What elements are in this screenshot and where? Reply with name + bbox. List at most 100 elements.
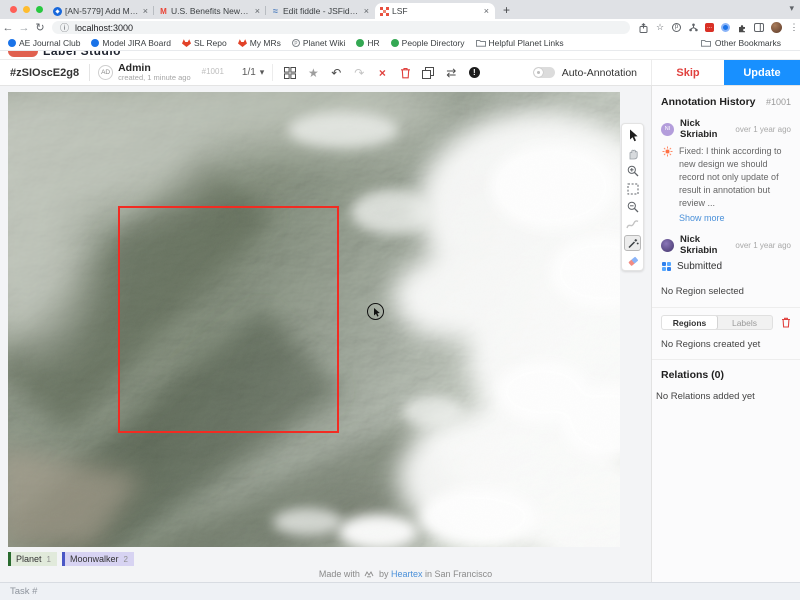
reload-icon[interactable]: ↻ bbox=[32, 21, 48, 34]
submitted-icon bbox=[662, 262, 671, 271]
avatar: NI bbox=[661, 123, 674, 136]
close-window-button[interactable] bbox=[10, 6, 17, 13]
bookmark-hr[interactable]: HR bbox=[356, 38, 379, 48]
region-rectangle[interactable] bbox=[118, 206, 339, 433]
tab-title: U.S. Benefits News - Open Enr... bbox=[171, 6, 251, 16]
update-button[interactable]: Update bbox=[724, 60, 800, 85]
tab-jsfiddle[interactable]: ≈ Edit fiddle - JSFiddle - Code Pl... × bbox=[266, 3, 375, 19]
close-tab-icon[interactable]: × bbox=[254, 6, 261, 16]
regions-labels-switch: Regions Labels bbox=[661, 308, 791, 337]
grid-view-icon[interactable] bbox=[283, 66, 297, 80]
tab-title: [AN-5779] Add Magic Wand fu... bbox=[65, 6, 139, 16]
gmail-favicon: M bbox=[159, 7, 168, 16]
task-footer-label: Task # bbox=[10, 586, 37, 597]
gitlab-icon bbox=[238, 39, 247, 47]
history-user-name: Nick Skriabin bbox=[680, 234, 729, 256]
labels-tab[interactable]: Labels bbox=[717, 316, 772, 329]
auto-annotation-toggle[interactable] bbox=[533, 67, 555, 78]
bookmark-model-jira-board[interactable]: Model JIRA Board bbox=[91, 38, 171, 48]
extensions-puzzle-icon[interactable] bbox=[737, 23, 747, 33]
auto-annotation-label: Auto-Annotation bbox=[562, 67, 637, 79]
star-icon[interactable]: ★ bbox=[306, 66, 320, 80]
avatar bbox=[661, 239, 674, 252]
new-tab-button[interactable]: + bbox=[503, 3, 510, 17]
label-studio-logo-icon bbox=[8, 51, 38, 57]
forward-icon[interactable]: → bbox=[16, 22, 32, 34]
tab-lsf-active[interactable]: LSF × bbox=[375, 3, 495, 19]
history-time: over 1 year ago bbox=[735, 125, 791, 134]
magic-wand-tool[interactable] bbox=[624, 235, 641, 252]
undo-icon[interactable]: ↶ bbox=[329, 66, 343, 80]
duplicate-icon[interactable] bbox=[421, 66, 435, 80]
delete-regions-icon[interactable] bbox=[781, 317, 791, 328]
site-info-icon[interactable]: ⓘ bbox=[60, 21, 69, 34]
redo-icon[interactable]: ↷ bbox=[352, 66, 366, 80]
browser-menu-icon[interactable]: ⋮ bbox=[789, 23, 799, 33]
tab-jira[interactable]: [AN-5779] Add Magic Wand fu... × bbox=[48, 3, 154, 19]
pan-tool[interactable] bbox=[623, 145, 642, 163]
other-bookmarks[interactable]: Other Bookmarks bbox=[701, 38, 781, 48]
url-bar[interactable]: ⓘ localhost:3000 bbox=[52, 21, 630, 34]
tool-column bbox=[621, 123, 644, 271]
back-icon[interactable]: ← bbox=[0, 22, 16, 34]
show-more-link[interactable]: Show more bbox=[661, 213, 791, 223]
label-tag-planet[interactable]: Planet1 bbox=[8, 552, 57, 566]
avatar: AD bbox=[98, 65, 113, 80]
tab-search-chevron-icon[interactable]: ▾ bbox=[789, 3, 794, 14]
eraser-tool[interactable] bbox=[623, 252, 642, 270]
heartex-link[interactable]: Heartex bbox=[391, 569, 423, 579]
history-entry[interactable]: NI Nick Skriabin over 1 year ago bbox=[661, 118, 791, 140]
bookmark-sl-repo[interactable]: SL Repo bbox=[182, 38, 227, 48]
bookmark-my-mrs[interactable]: My MRs bbox=[238, 38, 281, 48]
heartex-logo-icon bbox=[364, 570, 374, 578]
close-tab-icon[interactable]: × bbox=[142, 6, 149, 16]
relations-title: Relations (0) bbox=[661, 360, 791, 391]
workspace: Planet1 Moonwalker2 Made with by Heartex… bbox=[0, 86, 800, 582]
toolbar-icon-group: ★ ↶ ↷ × ⇄ ! bbox=[272, 64, 481, 81]
close-tab-icon[interactable]: × bbox=[483, 6, 490, 16]
label-tags: Planet1 Moonwalker2 bbox=[8, 552, 134, 566]
fit-screen-tool[interactable] bbox=[623, 180, 642, 198]
bookmark-planet-wiki[interactable]: pPlanet Wiki bbox=[292, 38, 346, 48]
extension-p-icon[interactable]: p bbox=[672, 23, 681, 32]
brush-tool[interactable] bbox=[623, 216, 642, 234]
annotation-pager: 1/1 bbox=[242, 67, 256, 78]
close-tab-icon[interactable]: × bbox=[363, 6, 370, 16]
skip-button[interactable]: Skip bbox=[651, 60, 724, 85]
profile-avatar[interactable] bbox=[771, 22, 782, 33]
extension-red-icon[interactable]: ... bbox=[705, 23, 714, 32]
tab-gmail[interactable]: M U.S. Benefits News - Open Enr... × bbox=[154, 3, 266, 19]
minimize-window-button[interactable] bbox=[23, 6, 30, 13]
bookmark-star-icon[interactable]: ☆ bbox=[655, 23, 665, 33]
zoom-in-tool[interactable] bbox=[623, 163, 642, 181]
bookmark-people-directory[interactable]: People Directory bbox=[391, 38, 465, 48]
extension-share-tree-icon[interactable] bbox=[688, 23, 698, 33]
compare-icon[interactable]: ⇄ bbox=[444, 66, 458, 80]
fixed-star-icon bbox=[662, 146, 673, 157]
side-panel-icon[interactable] bbox=[754, 23, 764, 33]
extension-blue-icon[interactable] bbox=[721, 23, 730, 32]
annotation-toolbar: #zSIOscE2g8 AD Admin created, 1 minute a… bbox=[0, 59, 800, 86]
label-tag-moonwalker[interactable]: Moonwalker2 bbox=[62, 552, 134, 566]
move-tool[interactable] bbox=[623, 127, 642, 145]
zoom-window-button[interactable] bbox=[36, 6, 43, 13]
app-logo-clipped: Label Studio bbox=[0, 51, 800, 59]
url-text: localhost:3000 bbox=[75, 23, 133, 33]
history-entry[interactable]: Nick Skriabin over 1 year ago bbox=[661, 234, 791, 256]
zoom-out-tool[interactable] bbox=[623, 198, 642, 216]
annotation-sidebar: Annotation History #1001 NI Nick Skriabi… bbox=[651, 86, 800, 582]
reset-icon[interactable]: × bbox=[375, 66, 389, 80]
magic-wand-cursor bbox=[367, 303, 384, 320]
delete-annotation-icon[interactable] bbox=[398, 66, 412, 80]
bookmark-helpful-planet-links-folder[interactable]: Helpful Planet Links bbox=[476, 38, 564, 48]
regions-tab[interactable]: Regions bbox=[661, 315, 718, 330]
bookmark-favicon: p bbox=[292, 39, 300, 47]
annotation-owner: AD Admin created, 1 minute ago #1001 bbox=[90, 63, 232, 82]
label-studio-favicon bbox=[380, 7, 389, 16]
history-user-name: Nick Skriabin bbox=[680, 118, 729, 140]
bookmark-ae-journal-club[interactable]: AE Journal Club bbox=[8, 38, 80, 48]
share-icon[interactable] bbox=[638, 23, 648, 33]
window-controls bbox=[10, 6, 43, 13]
info-icon[interactable]: ! bbox=[467, 66, 481, 80]
chevron-down-icon[interactable]: ▾ bbox=[260, 67, 265, 78]
